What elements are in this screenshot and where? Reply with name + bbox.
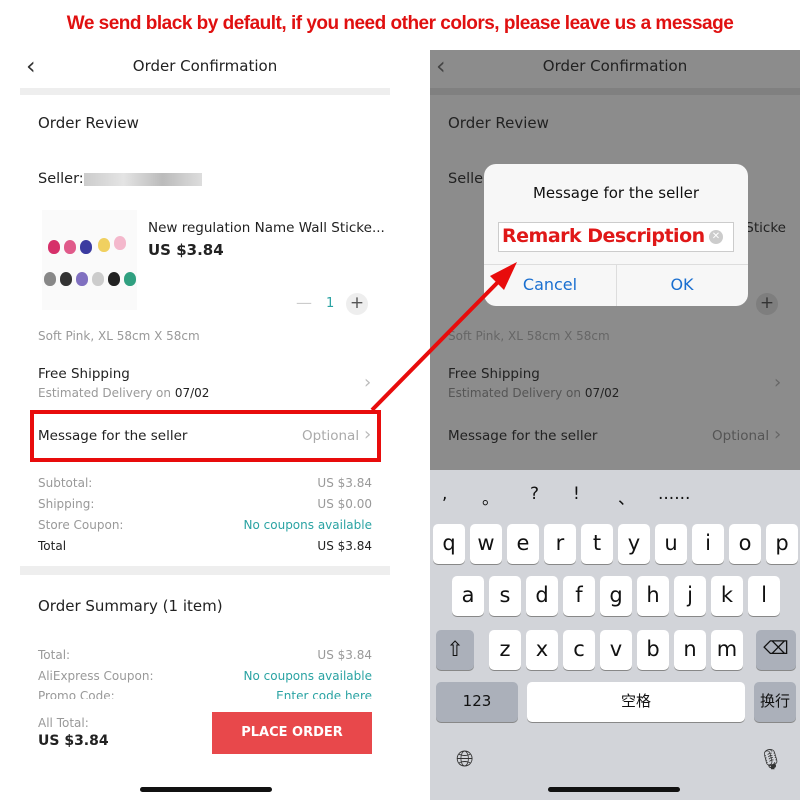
arrow-annotation <box>370 262 517 412</box>
